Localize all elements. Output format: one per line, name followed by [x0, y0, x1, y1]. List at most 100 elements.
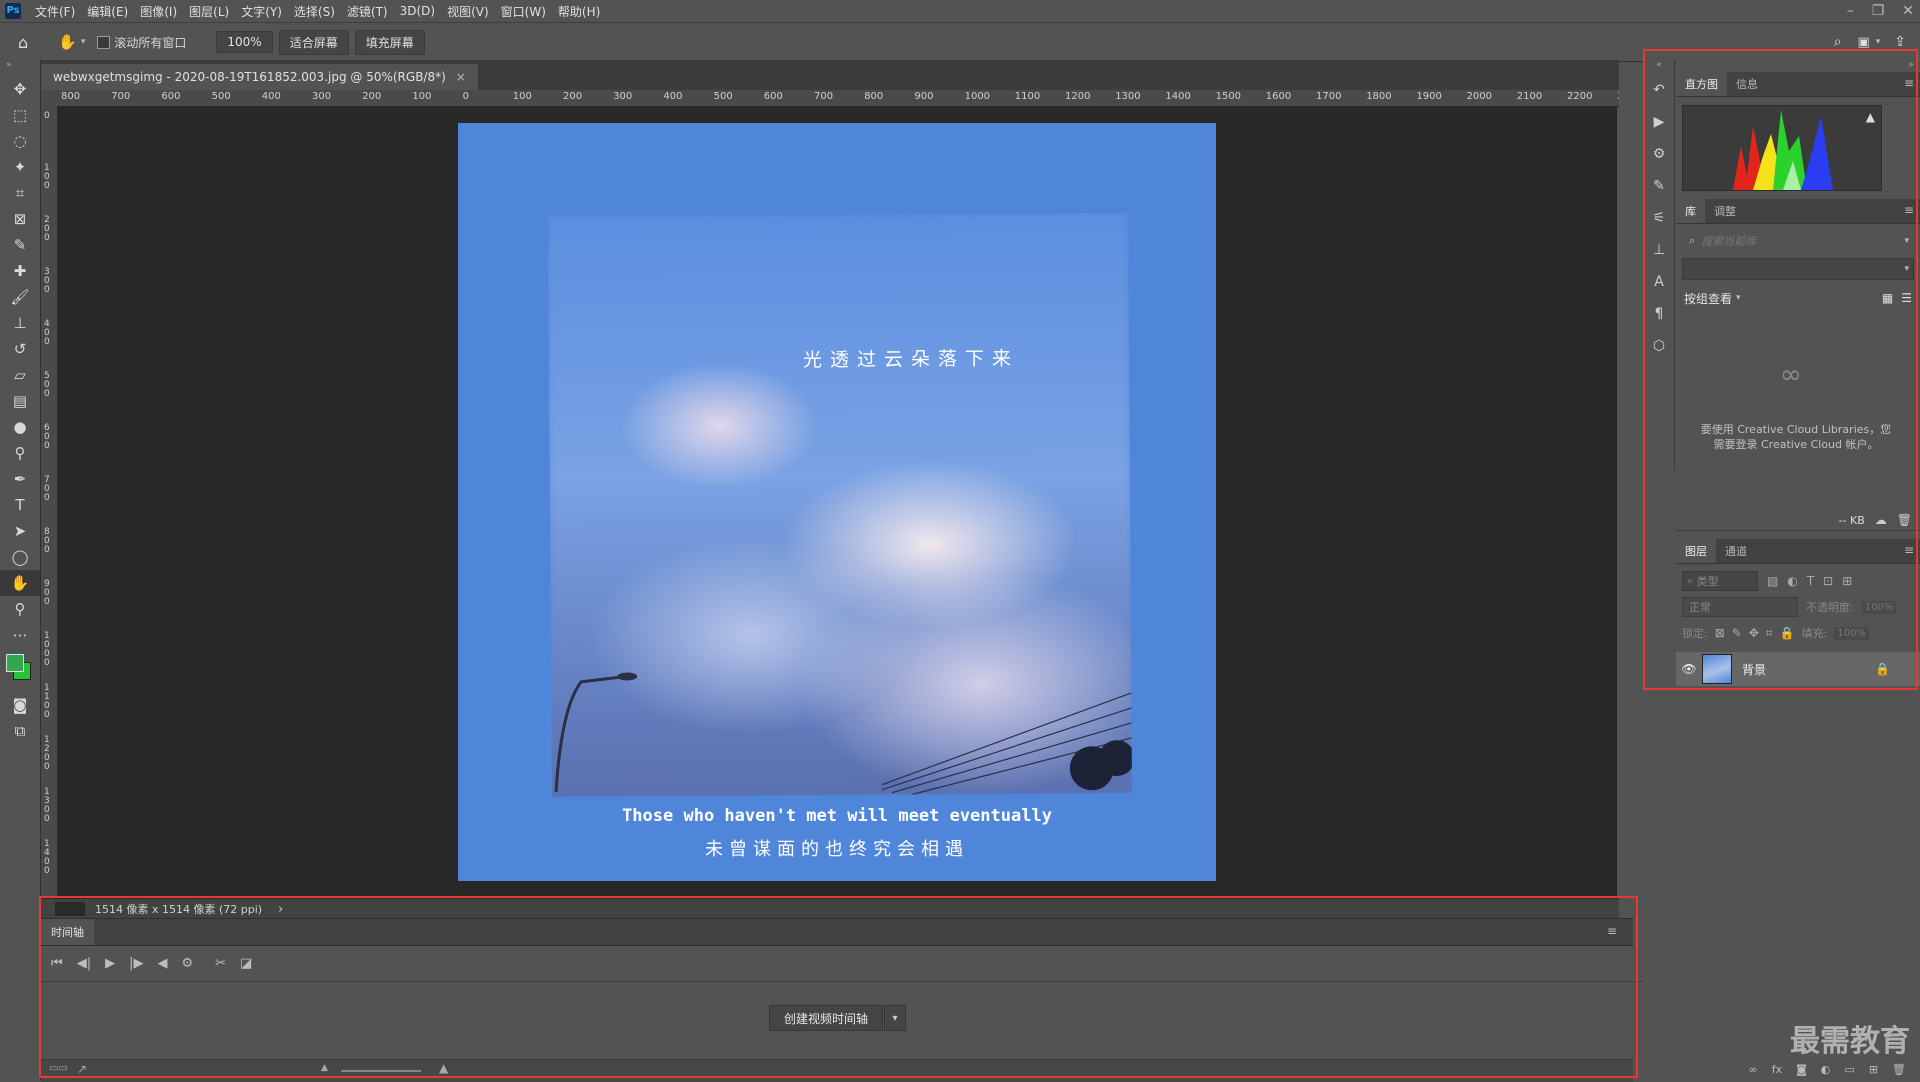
restore-button[interactable]: ❐: [1872, 3, 1885, 19]
transition-icon[interactable]: ◪: [240, 956, 252, 971]
hand-tool-preset-icon[interactable]: ✋: [58, 33, 77, 51]
crop-tool-icon[interactable]: ⌗: [0, 180, 40, 206]
play-icon[interactable]: ▶: [105, 956, 115, 971]
collapse-toolbar-icon[interactable]: »: [0, 60, 40, 76]
type-tool-icon[interactable]: T: [0, 492, 40, 518]
path-select-icon[interactable]: ➤: [0, 518, 40, 544]
menu-type[interactable]: 文字(Y): [235, 3, 288, 20]
zoom-tool-icon[interactable]: ⚲: [0, 596, 40, 622]
workspace-icon[interactable]: ▣: [1857, 35, 1869, 50]
new-layer-icon[interactable]: ⊞: [1869, 1063, 1878, 1076]
gradient-tool-icon[interactable]: ▤: [0, 388, 40, 414]
eraser-icon[interactable]: ▱: [0, 362, 40, 388]
marquee-tool-icon[interactable]: ⬚: [0, 102, 40, 128]
adjustment-icon[interactable]: ◐: [1821, 1063, 1831, 1076]
panel-menu-icon[interactable]: ≡: [1904, 203, 1914, 217]
scroll-all-checkbox[interactable]: [97, 35, 111, 49]
vertical-ruler[interactable]: 0 100 200 300 400 500 600 700 800 900 1000 1100 1200…: [41, 106, 58, 898]
share-icon[interactable]: ⇪: [1894, 34, 1906, 50]
filter-adjust-icon[interactable]: ◐: [1787, 574, 1797, 588]
folder-icon[interactable]: ▭: [1844, 1063, 1854, 1076]
ellipse-tool-icon[interactable]: ◯: [0, 544, 40, 570]
properties-icon[interactable]: ⚙: [1644, 138, 1674, 170]
zoom-out-icon[interactable]: ▲: [321, 1063, 328, 1073]
lock-all-icon[interactable]: 🔒: [1780, 626, 1795, 640]
hand-tool-icon[interactable]: ✋: [0, 570, 40, 596]
layer-name[interactable]: 背景: [1742, 661, 1766, 678]
search-icon[interactable]: ⌕: [1834, 34, 1842, 50]
menu-file[interactable]: 文件(F): [29, 3, 81, 20]
group-by-dropdown[interactable]: 按组查看: [1684, 290, 1732, 307]
list-view-icon[interactable]: ☰: [1901, 291, 1912, 305]
lasso-tool-icon[interactable]: ◌: [0, 128, 40, 154]
filter-type-icon[interactable]: T: [1807, 574, 1814, 588]
more-tools-icon[interactable]: ⋯: [0, 622, 40, 648]
menu-filter[interactable]: 滤镜(T): [341, 3, 394, 20]
fill-field[interactable]: 100%: [1834, 626, 1869, 640]
close-window-button[interactable]: ✕: [1902, 3, 1914, 19]
timeline-zoom-slider[interactable]: [341, 1070, 421, 1072]
chevron-down-icon[interactable]: ▾: [1904, 264, 1909, 274]
library-search-field[interactable]: ⌕ 搜索当前库 ▾: [1682, 230, 1914, 252]
timeline-mode-dropdown[interactable]: ▾: [884, 1005, 906, 1031]
history-icon[interactable]: ↶: [1644, 74, 1674, 106]
eyedropper-icon[interactable]: ✎: [0, 232, 40, 258]
chevron-down-icon[interactable]: ▾: [81, 37, 86, 47]
menu-edit[interactable]: 编辑(E): [81, 3, 134, 20]
zoom-100-button[interactable]: 100%: [216, 31, 273, 53]
layer-lock-icon[interactable]: 🔒: [1875, 662, 1890, 676]
audio-icon[interactable]: ◀: [157, 956, 167, 971]
trash-icon[interactable]: 🗑: [1897, 513, 1912, 527]
collapse-strip-icon[interactable]: «: [1644, 60, 1674, 74]
chevron-down-icon[interactable]: ▾: [1736, 293, 1741, 303]
close-tab-icon[interactable]: ×: [456, 70, 466, 84]
stamp-tool-icon[interactable]: ⊥: [0, 310, 40, 336]
panel-menu-icon[interactable]: ≡: [1904, 543, 1914, 557]
filter-smart-icon[interactable]: ⊞: [1842, 574, 1852, 588]
panel-menu-icon[interactable]: ≡: [1607, 924, 1617, 938]
character-icon[interactable]: A: [1644, 266, 1674, 298]
minimize-button[interactable]: –: [1847, 3, 1854, 19]
settings-icon[interactable]: ⚙: [181, 956, 193, 971]
filter-pixel-icon[interactable]: ▧: [1767, 574, 1778, 588]
pen-tool-icon[interactable]: ✒: [0, 466, 40, 492]
filter-shape-icon[interactable]: ⊡: [1823, 574, 1833, 588]
3d-icon[interactable]: ⬡: [1644, 330, 1674, 362]
brush-tool-icon[interactable]: 🖌: [0, 284, 40, 310]
visibility-eye-icon[interactable]: 👁: [1676, 662, 1702, 676]
history-brush-icon[interactable]: ↺: [0, 336, 40, 362]
foreground-color-swatch[interactable]: [6, 654, 24, 672]
paragraph-icon[interactable]: ¶: [1644, 298, 1674, 330]
dodge-tool-icon[interactable]: ⚲: [0, 440, 40, 466]
zoom-in-icon[interactable]: ▲: [439, 1061, 448, 1075]
clone-source-icon[interactable]: ⊥: [1644, 234, 1674, 266]
layer-filter-dropdown[interactable]: ⌕ 类型: [1682, 571, 1758, 591]
create-video-timeline-button[interactable]: 创建视频时间轴: [769, 1005, 884, 1031]
frame-tool-icon[interactable]: ⊠: [0, 206, 40, 232]
render-icon[interactable]: ↗: [77, 1062, 87, 1076]
lock-transparent-icon[interactable]: ⊠: [1715, 626, 1725, 640]
menu-3d[interactable]: 3D(D): [394, 4, 441, 18]
frame-mode-icon[interactable]: ▭▭: [49, 1063, 68, 1074]
zoom-field[interactable]: [55, 902, 85, 916]
prev-frame-icon[interactable]: ◀|: [77, 956, 91, 971]
menu-window[interactable]: 窗口(W): [495, 3, 552, 20]
fit-screen-button[interactable]: 适合屏幕: [278, 29, 349, 55]
tab-adjustments[interactable]: 调整: [1705, 199, 1745, 223]
status-arrow-icon[interactable]: ›: [278, 902, 283, 917]
lock-image-icon[interactable]: ✎: [1732, 626, 1742, 640]
tab-timeline[interactable]: 时间轴: [41, 919, 94, 945]
first-frame-icon[interactable]: ⏮: [51, 956, 63, 971]
panel-menu-icon[interactable]: ≡: [1904, 76, 1914, 90]
menu-help[interactable]: 帮助(H): [552, 3, 606, 20]
actions-icon[interactable]: ▶: [1644, 106, 1674, 138]
magic-wand-icon[interactable]: ✦: [0, 154, 40, 180]
screen-mode-icon[interactable]: ⧉: [0, 718, 40, 744]
mask-icon[interactable]: ◙: [1796, 1063, 1807, 1076]
menu-view[interactable]: 视图(V): [441, 3, 495, 20]
fill-screen-button[interactable]: 填充屏幕: [354, 29, 425, 55]
chevron-down-icon[interactable]: ▾: [1876, 37, 1881, 47]
layer-row-background[interactable]: 👁 背景 🔒: [1676, 652, 1920, 686]
healing-brush-icon[interactable]: ✚: [0, 258, 40, 284]
fx-icon[interactable]: fx: [1772, 1063, 1782, 1076]
